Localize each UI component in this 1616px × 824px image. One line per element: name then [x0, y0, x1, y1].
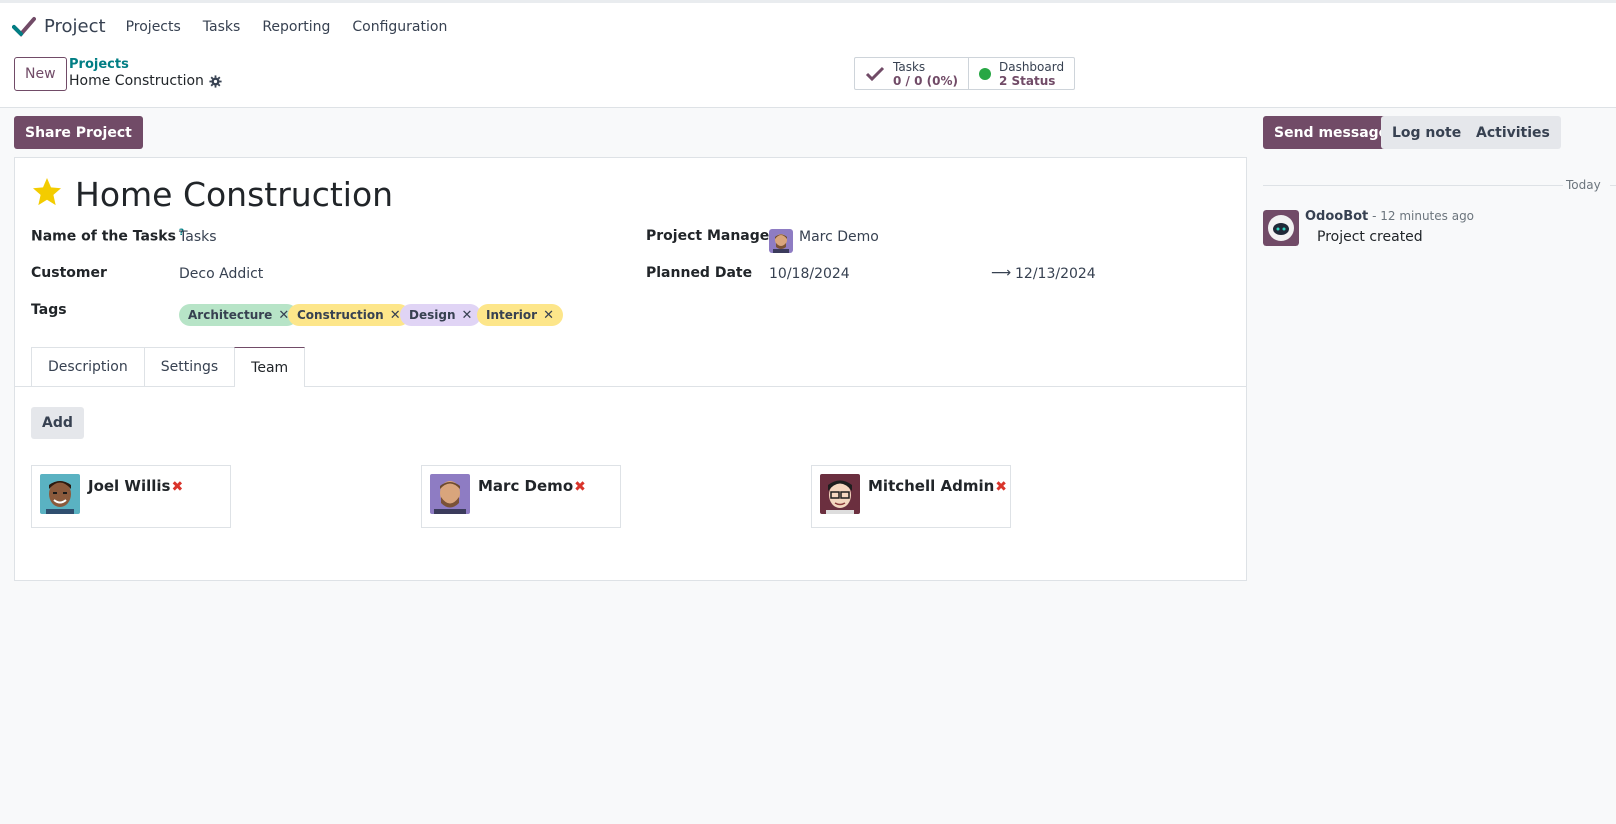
team-member-card[interactable]: Mitchell Admin✖	[811, 465, 1011, 528]
project-manager-field[interactable]: Marc Demo	[799, 229, 879, 245]
breadcrumb-current-label: Home Construction	[69, 73, 204, 89]
dashboard-stat-value: 2 Status	[998, 73, 1056, 88]
tag-interior: Interior ✕	[477, 304, 563, 326]
status-dot-icon	[978, 67, 991, 80]
share-project-button[interactable]: Share Project	[14, 116, 143, 149]
menu-configuration[interactable]: Configuration	[352, 19, 447, 35]
member-name-row: Marc Demo✖	[478, 477, 586, 495]
team-member-card[interactable]: Joel Willis✖	[31, 465, 231, 528]
menu-tasks[interactable]: Tasks	[203, 19, 241, 35]
planned-date-end[interactable]: 12/13/2024	[1015, 266, 1096, 282]
member-name-row: Mitchell Admin✖	[868, 477, 1007, 495]
dashboard-stat-label: Dashboard	[998, 59, 1065, 74]
send-message-button[interactable]: Send message	[1263, 116, 1400, 149]
new-button[interactable]: New	[14, 57, 67, 91]
tasks-stat-label: Tasks	[893, 59, 926, 74]
tasks-name-label-text: Name of the Tasks	[31, 228, 176, 245]
message-body: Project created	[1317, 229, 1423, 245]
remove-member-icon[interactable]: ✖	[574, 479, 586, 495]
tasks-stat-value: 0 / 0 (0%)	[893, 73, 958, 88]
member-name: Marc Demo	[478, 477, 574, 495]
project-title[interactable]: Home Construction	[75, 175, 393, 214]
tag-label: Construction	[297, 308, 384, 322]
app-name[interactable]: Project	[44, 16, 106, 37]
tab-description[interactable]: Description	[31, 347, 145, 386]
tasks-name-field[interactable]: Tasks	[179, 229, 217, 245]
dashboard-stat-button[interactable]: Dashboard 2 Status	[967, 58, 1074, 89]
member-name-row: Joel Willis✖	[88, 477, 183, 495]
member-avatar	[40, 474, 80, 514]
team-member-card[interactable]: Marc Demo✖	[421, 465, 621, 528]
odoobot-avatar	[1263, 210, 1299, 246]
menu-projects[interactable]: Projects	[126, 19, 181, 35]
add-member-button[interactable]: Add	[31, 407, 84, 439]
message-author[interactable]: OdooBot	[1305, 209, 1368, 224]
arrow-right-icon: ⟶	[991, 265, 1012, 281]
tabs-divider	[15, 386, 1246, 387]
tasks-name-label: Name of the Tasks?	[31, 228, 184, 245]
message-time: - 12 minutes ago	[1368, 209, 1475, 223]
breadcrumb-current: Home Construction	[69, 73, 222, 89]
tag-design: Design ✕	[400, 304, 482, 326]
notebook-tabs: Description Settings Team	[31, 347, 306, 387]
date-separator-label: Today	[1566, 178, 1601, 192]
log-note-button[interactable]: Log note	[1381, 116, 1473, 149]
tag-remove-icon[interactable]: ✕	[390, 308, 401, 323]
tab-team[interactable]: Team	[234, 347, 306, 387]
planned-date-label: Planned Date	[646, 265, 753, 281]
tag-remove-icon[interactable]: ✕	[543, 308, 554, 323]
date-divider	[1263, 185, 1563, 186]
manager-avatar	[769, 229, 793, 253]
date-divider-end	[1610, 185, 1616, 186]
tag-label: Design	[409, 308, 456, 322]
remove-member-icon[interactable]: ✖	[171, 479, 183, 495]
tag-label: Architecture	[188, 308, 273, 322]
tag-construction: Construction ✕	[288, 304, 410, 326]
member-name: Joel Willis	[88, 477, 171, 495]
message-author-row: OdooBot - 12 minutes ago	[1305, 209, 1474, 224]
tag-label: Interior	[486, 308, 538, 322]
breadcrumb-projects[interactable]: Projects	[69, 57, 129, 72]
customer-label: Customer	[31, 265, 107, 281]
member-name: Mitchell Admin	[868, 477, 995, 495]
smart-buttons: Tasks 0 / 0 (0%) Dashboard 2 Status	[854, 57, 1076, 90]
tag-architecture: Architecture ✕	[179, 304, 299, 326]
member-avatar	[820, 474, 860, 514]
customer-field[interactable]: Deco Addict	[179, 266, 263, 282]
member-avatar	[430, 474, 470, 514]
check-icon	[865, 66, 885, 81]
tab-settings[interactable]: Settings	[143, 347, 236, 386]
project-manager-label: Project Manager	[646, 228, 777, 244]
tags-label: Tags	[31, 302, 67, 318]
control-panel: New Projects Home Construction Tasks 0 /…	[0, 50, 1616, 108]
tag-remove-icon[interactable]: ✕	[462, 308, 473, 323]
activities-button[interactable]: Activities	[1465, 116, 1561, 149]
tasks-stat-button[interactable]: Tasks 0 / 0 (0%)	[855, 58, 968, 89]
menu-reporting[interactable]: Reporting	[262, 19, 330, 35]
project-app-logo-icon[interactable]	[12, 15, 36, 39]
planned-date-start[interactable]: 10/18/2024	[769, 266, 850, 282]
star-icon[interactable]	[31, 176, 63, 208]
gear-icon[interactable]	[209, 74, 222, 88]
top-navbar: Project Projects Tasks Reporting Configu…	[0, 0, 1616, 50]
form-sheet: Home Construction Name of the Tasks? Tas…	[14, 157, 1247, 581]
remove-member-icon[interactable]: ✖	[995, 479, 1007, 495]
